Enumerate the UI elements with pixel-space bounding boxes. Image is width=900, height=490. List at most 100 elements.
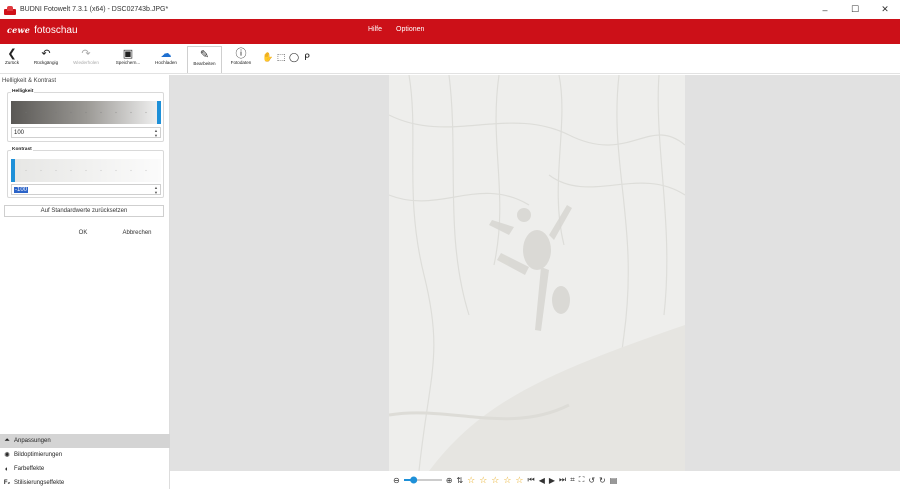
logo: cewe fotoschau (7, 25, 78, 36)
slideshow-icon[interactable]: ▤ (610, 471, 618, 489)
slider-tick (100, 169, 102, 172)
section-color-effects[interactable]: ◐ Farbeffekte (0, 462, 170, 476)
info-icon: ⓘ (235, 48, 247, 60)
redo-icon: ↷ (81, 47, 91, 60)
rating-star-icon[interactable]: ☆ (479, 471, 487, 489)
section-stylization-effects[interactable]: F₂ Stilisierungseffekte (0, 476, 170, 490)
lasso-icon[interactable]: ᑭ (302, 52, 312, 62)
slider-tick (115, 169, 117, 172)
slider-tick (145, 111, 147, 114)
slider-tick (40, 169, 42, 172)
previous-photo-icon[interactable]: ◀ (539, 471, 545, 489)
slider-tick (55, 169, 57, 172)
upload-icon: ☁ (160, 47, 172, 60)
section-label: Stilisierungseffekte (14, 480, 65, 486)
photo-info-label: Fotodaten (230, 60, 252, 65)
save-button[interactable]: ▣ Speichern... (111, 46, 145, 73)
zoom-out-icon[interactable]: ⊖ (393, 471, 400, 489)
window-title: BUDNI Fotowelt 7.3.1 (x64) - DSC02743b.J… (20, 6, 169, 13)
slider-tick (40, 111, 42, 114)
menu-help[interactable]: Hilfe (368, 26, 382, 33)
section-image-optimizations[interactable]: ✺ Bildoptimierungen (0, 448, 170, 462)
back-label: Zurück (4, 60, 20, 65)
crop-icon[interactable]: ⌗ (570, 471, 575, 489)
back-icon: ❮ (7, 47, 17, 60)
ok-button[interactable]: OK (60, 225, 106, 241)
brightness-group: Helligkeit 100 ▲ ▼ (7, 89, 164, 142)
save-label: Speichern... (115, 60, 141, 65)
rating-star-icon[interactable]: ☆ (515, 471, 523, 489)
brightness-slider[interactable] (11, 101, 161, 124)
photo-info-button[interactable]: ⓘ Fotodaten (225, 46, 257, 73)
brightness-input[interactable]: 100 ▲ ▼ (11, 127, 161, 138)
section-label: Bildoptimierungen (14, 452, 63, 458)
logo-text: fotoschau (34, 25, 78, 36)
brightness-label: Helligkeit (11, 89, 35, 94)
edit-icon: ✎ (199, 48, 210, 61)
rotate-left-icon[interactable]: ↺ (588, 471, 595, 489)
style-fx-icon: F₂ (3, 480, 11, 486)
edit-label: Bearbeiten (193, 61, 216, 66)
canvas-area[interactable] (170, 75, 900, 471)
save-icon: ▣ (122, 47, 134, 60)
redo-button[interactable]: ↷ Wiederholen (67, 46, 105, 73)
photo-preview[interactable] (389, 75, 685, 471)
photo-image (389, 75, 685, 471)
rect-select-icon[interactable]: ⬚ (276, 52, 286, 62)
undo-icon: ↶ (41, 47, 51, 60)
minimize-button[interactable]: – (810, 0, 840, 19)
contrast-slider[interactable] (11, 159, 161, 182)
slider-tick (115, 111, 117, 114)
slider-tick (70, 169, 72, 172)
contrast-value: -100 (14, 186, 29, 193)
palette-icon: ◐ (4, 465, 10, 473)
spin-icon[interactable]: ▲ ▼ (154, 128, 158, 138)
slider-tick (70, 111, 72, 114)
slider-tick (130, 169, 132, 172)
upload-button[interactable]: ☁ Hochladen (150, 46, 182, 73)
back-button[interactable]: ❮ Zurück (2, 46, 22, 73)
contrast-label: Kontrast (11, 147, 33, 152)
bottom-toolbar: ⊖ ⊕ ⇅ ☆ ☆ ☆ ☆ ☆ ⏮ ◀ ▶ ⏭ ⌗ ⛶ ↺ ↻ ▤ (170, 471, 900, 489)
reset-defaults-button[interactable]: Auf Standardwerte zurücksetzen (4, 205, 164, 217)
edit-button[interactable]: ✎ Bearbeiten (187, 46, 222, 73)
last-photo-icon[interactable]: ⏭ (559, 471, 566, 489)
rating-star-icon[interactable]: ☆ (467, 471, 475, 489)
upload-label: Hochladen (155, 60, 177, 65)
maximize-button[interactable]: ☐ (840, 0, 870, 19)
brightness-value: 100 (14, 129, 25, 136)
first-photo-icon[interactable]: ⏮ (528, 471, 535, 489)
zoom-slider[interactable] (403, 475, 442, 485)
slider-tick (25, 111, 27, 114)
undo-button[interactable]: ↶ Rückgängig (29, 46, 63, 73)
close-button[interactable]: ✕ (870, 0, 900, 19)
title-bar: BUDNI Fotowelt 7.3.1 (x64) - DSC02743b.J… (0, 0, 900, 19)
spin-icon[interactable]: ▲ ▼ (154, 185, 158, 195)
hand-icon[interactable]: ✋ (262, 52, 273, 62)
slider-tick (85, 169, 87, 172)
selection-tools: ✋ ⬚ ◯ ᑭ (262, 52, 312, 62)
contrast-input[interactable]: -100 ▲ ▼ (11, 184, 161, 195)
sort-icon[interactable]: ⇅ (456, 471, 463, 489)
menu-options[interactable]: Optionen (396, 26, 424, 33)
slider-tick (100, 111, 102, 114)
slider-tick (130, 111, 132, 114)
slider-tick (85, 111, 87, 114)
rating-star-icon[interactable]: ☆ (503, 471, 511, 489)
slider-tick (55, 111, 57, 114)
rotate-right-icon[interactable]: ↻ (599, 471, 606, 489)
zoom-in-icon[interactable]: ⊕ (446, 471, 453, 489)
main-toolbar: ❮ Zurück ↶ Rückgängig ↷ Wiederholen ▣ Sp… (0, 44, 900, 74)
ellipse-select-icon[interactable]: ◯ (289, 52, 299, 62)
section-label: Farbeffekte (14, 466, 45, 472)
fit-screen-icon[interactable]: ⛶ (579, 471, 585, 489)
chevron-up-icon: ⏶ (4, 437, 10, 444)
panel-title: Helligkeit & Kontrast (2, 78, 57, 84)
section-adjustments[interactable]: ⏶ Anpassungen (0, 434, 170, 448)
sparkle-icon: ✺ (4, 452, 10, 459)
next-photo-icon[interactable]: ▶ (549, 471, 555, 489)
rating-star-icon[interactable]: ☆ (491, 471, 499, 489)
brand-bar: cewe fotoschau Hilfe Optionen (0, 19, 900, 44)
cancel-button[interactable]: Abbrechen (112, 225, 162, 241)
app-icon (4, 5, 16, 15)
